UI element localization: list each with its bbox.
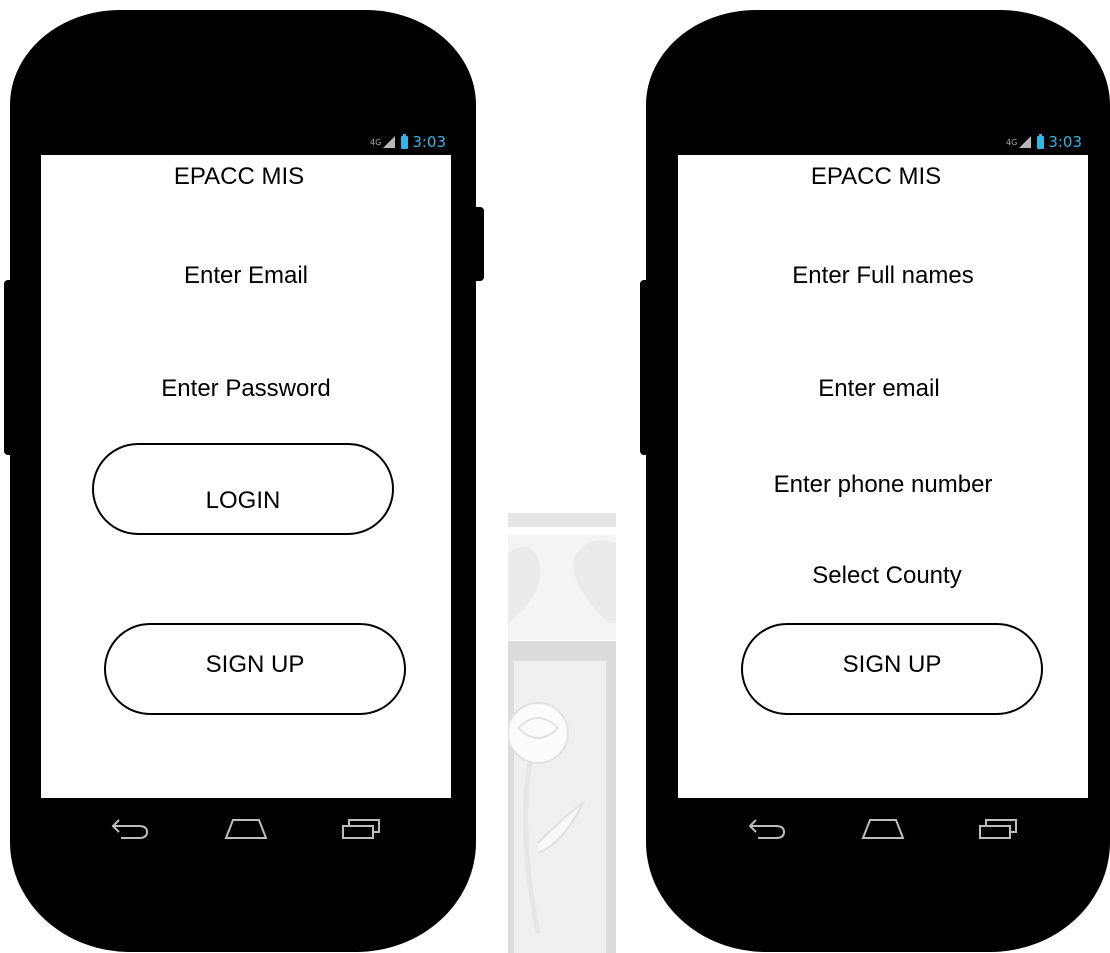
left-phone: 4G 3:03 EPACC MIS Enter Email Enter Pass… <box>0 0 490 953</box>
login-button[interactable]: LOGIN <box>92 443 394 535</box>
full-name-field[interactable]: Enter Full names <box>678 262 1088 290</box>
email-field[interactable]: Enter Email <box>41 262 451 290</box>
decorative-rose-background <box>508 513 616 953</box>
status-time: 3:03 <box>1048 133 1082 151</box>
right-screen: EPACC MIS Enter Full names Enter email E… <box>678 155 1088 798</box>
email-field[interactable]: Enter email <box>670 375 1088 403</box>
network-type-indicator: 4G <box>1006 137 1018 147</box>
left-screen: EPACC MIS Enter Email Enter Password LOG… <box>41 155 451 798</box>
county-select[interactable]: Select County <box>686 562 1088 590</box>
right-nav-bar <box>678 798 1088 858</box>
home-icon[interactable] <box>860 814 906 842</box>
status-time: 3:03 <box>412 133 446 151</box>
app-title: EPACC MIS <box>810 163 942 190</box>
back-icon[interactable] <box>109 814 153 844</box>
left-status-bar: 4G 3:03 <box>330 132 446 152</box>
signup-button[interactable]: SIGN UP <box>741 623 1043 715</box>
left-nav-bar <box>41 798 451 858</box>
password-field[interactable]: Enter Password <box>41 375 451 403</box>
right-status-bar: 4G 3:03 <box>966 132 1082 152</box>
battery-icon <box>1037 133 1045 149</box>
signal-icon <box>383 136 396 148</box>
right-phone-volume-button <box>640 280 652 455</box>
left-phone-power-button <box>472 207 484 281</box>
signup-button[interactable]: SIGN UP <box>104 623 406 715</box>
phone-number-field[interactable]: Enter phone number <box>678 471 1088 499</box>
battery-icon <box>401 133 409 149</box>
left-phone-volume-button <box>4 280 16 455</box>
recent-apps-icon[interactable] <box>978 814 1020 842</box>
back-icon[interactable] <box>746 814 790 844</box>
network-type-indicator: 4G <box>370 137 382 147</box>
recent-apps-icon[interactable] <box>341 814 383 842</box>
right-phone: 4G 3:03 EPACC MIS Enter Full names Enter… <box>636 0 1110 953</box>
app-title: EPACC MIS <box>173 163 305 190</box>
home-icon[interactable] <box>223 814 269 842</box>
signal-icon <box>1019 136 1032 148</box>
